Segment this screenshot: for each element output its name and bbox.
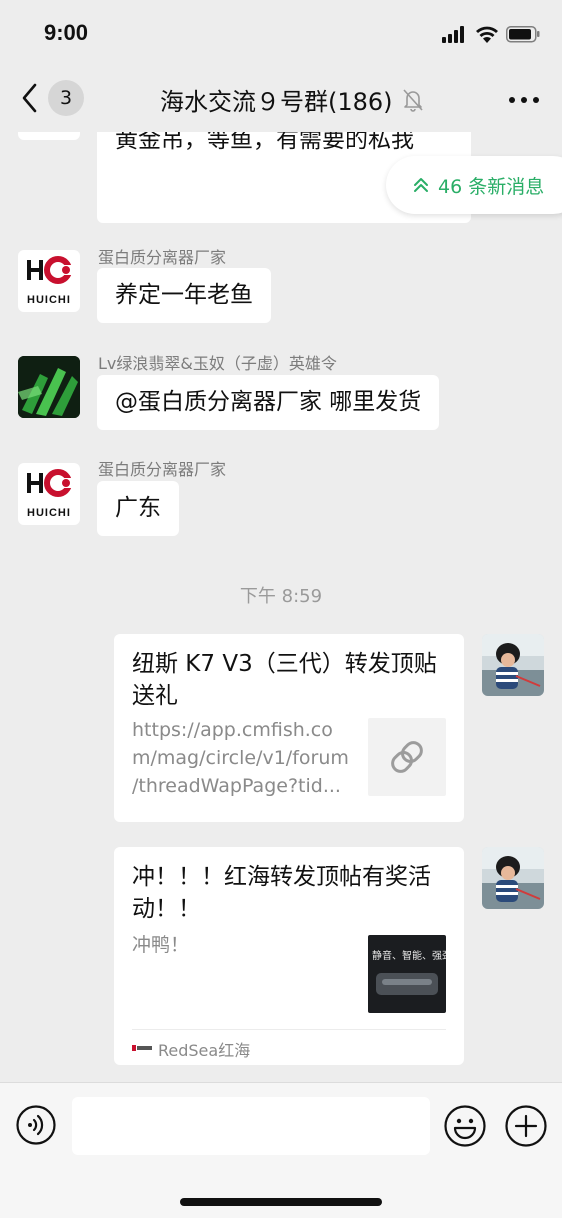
plus-icon: [505, 1105, 547, 1147]
message-input[interactable]: [72, 1097, 430, 1155]
sender-name: Lv绿浪翡翠&玉奴（子虚）英雄令: [98, 354, 337, 373]
card-thumbnail: [368, 718, 446, 796]
wifi-icon: [476, 26, 498, 43]
message-text: 养定一年老鱼: [115, 282, 253, 308]
redsea-logo-icon: [132, 1045, 152, 1051]
message-text: @蛋白质分离器厂家 哪里发货: [115, 389, 422, 415]
message-text: 广东: [115, 495, 161, 521]
card-thumbnail: 静音、智能、强劲: [368, 935, 446, 1013]
signal-icon: [442, 26, 464, 43]
message-text: 有没有需要黄金吊的，吊朋友出黄金吊，等鱼，有需要的私我: [115, 132, 414, 153]
new-messages-label: 46 条新消息: [438, 176, 545, 198]
link-card[interactable]: 冲！！！红海转发顶帖有奖活动！！ 冲鸭！ 静音、智能、强劲 RedSea红海: [114, 847, 464, 1065]
sender-name: 蛋白质分离器厂家: [98, 248, 227, 267]
message-bubble[interactable]: 养定一年老鱼: [97, 268, 271, 323]
status-time: 9:00: [44, 20, 89, 45]
card-url-line: m/mag/circle/v1/forum: [132, 747, 349, 769]
status-icons: [442, 24, 542, 44]
voice-icon: [16, 1105, 56, 1145]
chevron-left-icon: [22, 83, 37, 113]
emoji-button[interactable]: [444, 1105, 486, 1147]
card-footer: RedSea红海: [132, 1029, 446, 1065]
back-button[interactable]: 3: [18, 80, 88, 120]
new-messages-button[interactable]: 46 条新消息: [386, 156, 562, 214]
link-icon: [391, 741, 423, 773]
child-photo-avatar: [482, 634, 544, 696]
huichi-logo: [27, 256, 74, 284]
card-url: https://app.cmfish.co m/mag/circle/v1/fo…: [132, 716, 362, 800]
more-functions-button[interactable]: [505, 1105, 547, 1147]
green-abstract-avatar: [18, 356, 80, 418]
card-title: 冲！！！红海转发顶帖有奖活动！！: [132, 864, 431, 922]
avatar[interactable]: [482, 634, 544, 696]
unread-count-badge: 3: [48, 80, 84, 116]
voice-input-button[interactable]: [16, 1105, 56, 1145]
link-card[interactable]: 纽斯 K7 V3（三代）转发顶贴送礼 https://app.cmfish.co…: [114, 634, 464, 822]
card-title: 纽斯 K7 V3（三代）转发顶贴送礼: [132, 651, 437, 709]
avatar[interactable]: HUICHI: [18, 250, 80, 312]
battery-icon: [506, 26, 540, 43]
sender-name: 蛋白质分离器厂家: [98, 460, 227, 479]
product-image-highlight: [382, 979, 432, 985]
chat-title[interactable]: 海水交流９号群(186): [160, 82, 393, 117]
nav-bar: 3 海水交流９号群(186): [0, 68, 562, 132]
home-indicator: [180, 1198, 382, 1206]
status-bar: 9:00: [0, 0, 562, 68]
message-bubble[interactable]: 广东: [97, 481, 179, 536]
avatar[interactable]: [18, 132, 80, 140]
double-chevron-up-icon: [414, 178, 428, 192]
avatar-label: HUICHI: [27, 294, 71, 306]
card-source: RedSea红海: [158, 1041, 251, 1060]
mute-bell-icon: [403, 89, 423, 112]
huichi-logo: [27, 469, 74, 497]
chat-message-list[interactable]: 有没有需要黄金吊的，吊朋友出黄金吊，等鱼，有需要的私我 46 条新消息 HUIC…: [0, 132, 562, 1082]
avatar[interactable]: HUICHI: [18, 463, 80, 525]
avatar[interactable]: [18, 356, 80, 418]
message-bubble[interactable]: @蛋白质分离器厂家 哪里发货: [97, 375, 440, 430]
more-options-button[interactable]: [508, 90, 540, 110]
avatar[interactable]: [482, 847, 544, 909]
avatar-label: HUICHI: [27, 507, 71, 519]
card-description: 冲鸭！: [132, 934, 190, 956]
card-url-line: /threadWapPage?tid...: [132, 775, 341, 797]
child-photo-avatar: [482, 847, 544, 909]
more-dots-icon: [509, 97, 539, 103]
thumbnail-caption: 静音、智能、强劲: [372, 951, 446, 962]
time-divider: 下午 8:59: [239, 586, 323, 607]
emoji-icon: [444, 1105, 486, 1147]
card-url-line: https://app.cmfish.co: [132, 719, 333, 741]
